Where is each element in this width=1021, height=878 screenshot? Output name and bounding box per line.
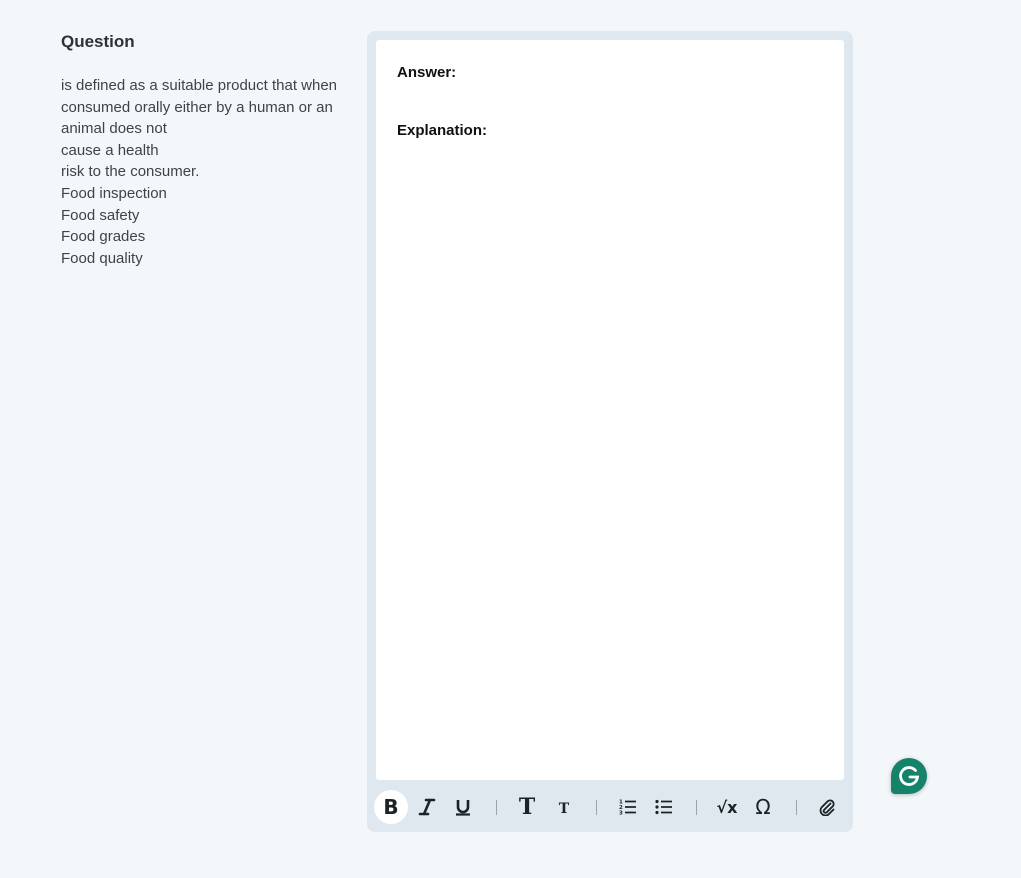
bullet-list-button[interactable] <box>647 790 681 824</box>
answer-label: Answer: <box>397 64 457 81</box>
question-body: is defined as a suitable product that wh… <box>61 75 351 269</box>
underline-button[interactable] <box>446 790 480 824</box>
option-food-inspection: Food inspection <box>61 184 167 202</box>
heading-large-button[interactable]: T <box>510 790 544 824</box>
toolbar-divider <box>596 800 597 815</box>
grammarly-icon <box>899 766 920 786</box>
heading-small-icon: T <box>558 801 570 817</box>
underline-icon <box>456 800 470 816</box>
bold-button[interactable]: B <box>374 790 408 824</box>
svg-text:3: 3 <box>619 811 623 817</box>
option-food-quality: Food quality <box>61 249 143 267</box>
question-line: consumed orally either by a human or an … <box>61 98 333 138</box>
question-line: risk to the consumer. <box>61 163 200 181</box>
equation-button[interactable]: √x <box>710 790 744 824</box>
square-root-icon: √x <box>716 797 738 817</box>
formatting-toolbar: B T T 1 2 3 √x Ω <box>367 788 853 828</box>
question-title: Question <box>61 32 135 51</box>
option-food-grades: Food grades <box>61 228 146 246</box>
attach-button[interactable] <box>810 790 844 824</box>
toolbar-divider <box>696 800 697 815</box>
ordered-list-button[interactable]: 1 2 3 <box>611 790 645 824</box>
option-food-safety: Food safety <box>61 206 140 224</box>
italic-button[interactable] <box>410 790 444 824</box>
question-pane: Question is defined as a suitable produc… <box>61 31 351 269</box>
heading-small-button[interactable]: T <box>547 790 581 824</box>
grammarly-button[interactable] <box>891 758 927 794</box>
explanation-label: Explanation: <box>397 122 488 139</box>
editor-content-area[interactable]: Answer: Explanation: <box>376 40 844 780</box>
toolbar-divider <box>796 800 797 815</box>
answer-editor: Answer: Explanation: B T T 1 2 3 √x Ω <box>367 31 853 832</box>
special-character-button[interactable]: Ω <box>746 790 780 824</box>
ordered-list-icon: 1 2 3 <box>619 800 636 817</box>
italic-icon <box>418 798 436 816</box>
bold-icon: B <box>383 795 399 819</box>
heading-large-icon: T <box>518 794 536 820</box>
bullet-list-icon <box>655 799 672 815</box>
paperclip-icon <box>819 799 835 816</box>
omega-icon: Ω <box>755 795 771 819</box>
toolbar-divider <box>496 800 497 815</box>
question-line: is defined as a suitable product that wh… <box>61 77 338 94</box>
question-line: cause a health <box>61 141 159 159</box>
